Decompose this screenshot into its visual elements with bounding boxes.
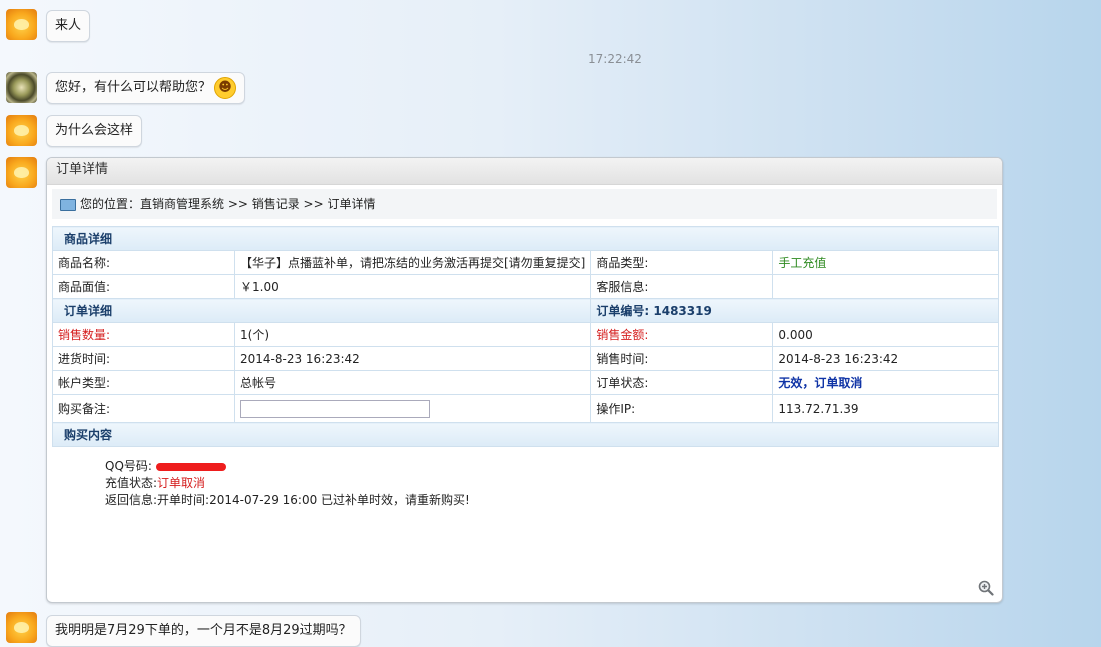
customer-avatar[interactable] bbox=[6, 612, 37, 643]
message-bubble: 为什么会这样 bbox=[46, 115, 143, 147]
message-bubble: 您好，有什么可以帮助您？ ☻ bbox=[46, 72, 246, 104]
field-label: 销售金额: bbox=[590, 322, 774, 347]
section-header: 购买内容 bbox=[52, 422, 999, 447]
field-label: 销售数量: bbox=[52, 322, 235, 347]
field-label: 商品类型: bbox=[590, 250, 774, 275]
section-header: 商品详细 bbox=[52, 226, 999, 251]
message-text: 您好，有什么可以帮助您？ bbox=[55, 80, 212, 95]
customer-avatar[interactable] bbox=[6, 9, 37, 40]
field-label: 商品面值: bbox=[52, 274, 235, 299]
breadcrumb-text: 您的位置：直销商管理系统 >> 销售记录 >> 订单详情 bbox=[80, 197, 376, 211]
field-label: 返回信息: bbox=[105, 493, 158, 507]
field-value: 总帐号 bbox=[233, 370, 592, 395]
field-label: 帐户类型: bbox=[52, 370, 235, 395]
message-text: 为什么会这样 bbox=[55, 123, 134, 138]
field-label: 购买备注: bbox=[52, 394, 235, 423]
recharge-row: 充值状态:订单取消 bbox=[105, 475, 470, 492]
field-label: 操作IP: bbox=[590, 394, 774, 423]
field-label: 进货时间: bbox=[52, 346, 235, 371]
section-header: 订单详细 订单编号: 1483319 bbox=[51, 298, 999, 323]
field-label: QQ号码: bbox=[105, 459, 152, 473]
field-value: 113.72.71.39 bbox=[772, 394, 999, 423]
message-text: 我明明是7月29下单的，一个月不是8月29过期吗？ bbox=[55, 623, 352, 638]
message-timestamp: 17:22:42 bbox=[588, 52, 642, 66]
order-detail-image[interactable]: 订单详情 您的位置：直销商管理系统 >> 销售记录 >> 订单详情 商品详细 商… bbox=[46, 157, 1003, 603]
order-number: 订单编号: 1483319 bbox=[590, 298, 999, 323]
monitor-icon bbox=[60, 198, 76, 211]
order-detail-table: 商品详细 商品名称: 【华子】点播蓝补单，请把冻结的业务激活再提交[请勿重复提交… bbox=[51, 226, 999, 447]
message-bubble: 来人 bbox=[46, 10, 91, 42]
purchase-content: QQ号码: 充值状态:订单取消 返回信息:开单时间:2014-07-29 16:… bbox=[105, 458, 470, 509]
field-value: 手工充值 bbox=[772, 250, 999, 275]
field-value: 1(个) bbox=[233, 322, 592, 347]
field-value: 【华子】点播蓝补单，请把冻结的业务激活再提交[请勿重复提交] bbox=[233, 250, 592, 275]
field-value: 2014-8-23 16:23:42 bbox=[772, 346, 999, 371]
redaction-mark bbox=[155, 462, 226, 471]
field-value: 2014-8-23 16:23:42 bbox=[233, 346, 592, 371]
field-label: 客服信息: bbox=[590, 274, 774, 299]
message-text: 来人 bbox=[55, 18, 82, 33]
agent-avatar[interactable] bbox=[6, 72, 37, 103]
zoom-in-icon[interactable] bbox=[978, 580, 994, 596]
emoji-wink-icon: ☻ bbox=[214, 76, 237, 99]
table-row: 进货时间: 2014-8-23 16:23:42 销售时间: 2014-8-23… bbox=[52, 346, 999, 371]
return-row: 返回信息:开单时间:2014-07-29 16:00 已过补单时效，请重新购买! bbox=[105, 492, 470, 509]
section-title: 订单详细 bbox=[51, 298, 592, 323]
breadcrumb: 您的位置：直销商管理系统 >> 销售记录 >> 订单详情 bbox=[52, 189, 997, 219]
field-value: 1483319 bbox=[653, 304, 712, 318]
table-row: 购买备注: 操作IP: 113.72.71.39 bbox=[52, 394, 999, 423]
message-bubble: 我明明是7月29下单的，一个月不是8月29过期吗？ bbox=[46, 615, 361, 647]
field-value: 订单取消 bbox=[157, 476, 206, 490]
section-title: 购买内容 bbox=[52, 422, 999, 447]
table-row: 帐户类型: 总帐号 订单状态: 无效，订单取消 bbox=[52, 370, 999, 395]
field-label: 订单编号: bbox=[596, 304, 650, 318]
field-value: ￥1.00 bbox=[233, 274, 592, 299]
field-value: 开单时间:2014-07-29 16:00 已过补单时效，请重新购买! bbox=[157, 493, 470, 507]
section-title: 商品详细 bbox=[52, 226, 999, 251]
remark-textarea[interactable] bbox=[240, 399, 430, 418]
table-row: 商品面值: ￥1.00 客服信息: bbox=[52, 274, 999, 299]
field-label: 销售时间: bbox=[590, 346, 774, 371]
field-label: 充值状态: bbox=[105, 476, 158, 490]
field-label: 订单状态: bbox=[590, 370, 774, 395]
qq-row: QQ号码: bbox=[105, 458, 470, 475]
status-value: 无效，订单取消 bbox=[772, 370, 999, 395]
table-row: 商品名称: 【华子】点播蓝补单，请把冻结的业务激活再提交[请勿重复提交] 商品类… bbox=[52, 250, 999, 275]
table-row: 销售数量: 1(个) 销售金额: 0.000 bbox=[52, 322, 999, 347]
panel-title: 订单详情 bbox=[47, 158, 1002, 185]
customer-avatar[interactable] bbox=[6, 157, 37, 188]
field-value bbox=[772, 274, 999, 299]
customer-avatar[interactable] bbox=[6, 115, 37, 146]
remark-cell bbox=[233, 394, 592, 423]
field-value: 0.000 bbox=[772, 322, 999, 347]
field-label: 商品名称: bbox=[52, 250, 235, 275]
